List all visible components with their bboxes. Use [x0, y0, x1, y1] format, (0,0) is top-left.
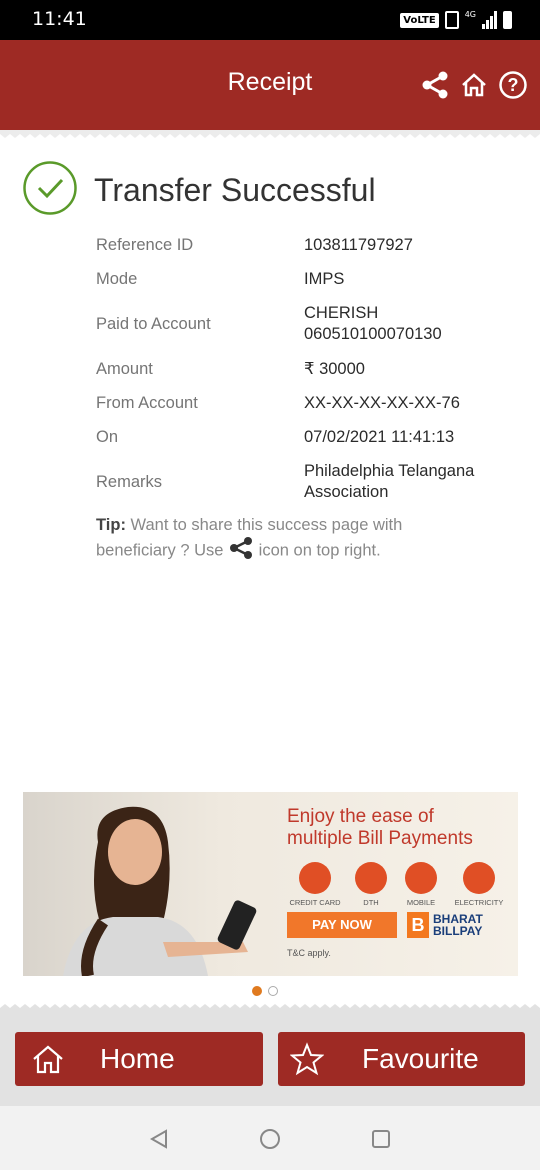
- detail-value: IMPS: [304, 269, 345, 288]
- battery-icon: [503, 11, 512, 29]
- dth-icon: [355, 862, 387, 894]
- status-icons: VoLTE 4G: [400, 9, 512, 31]
- help-icon[interactable]: ?: [498, 70, 528, 105]
- tip-prefix: Tip:: [96, 516, 126, 534]
- detail-row-from-account: From Account XX-XX-XX-XX-XX-76: [96, 386, 516, 420]
- detail-label: Remarks: [96, 472, 163, 491]
- promo-headline: Enjoy the ease of multiple Bill Payments: [287, 806, 473, 850]
- detail-value: 103811797927: [304, 235, 413, 254]
- app-header: Receipt ?: [0, 40, 540, 130]
- home-button[interactable]: Home: [15, 1032, 263, 1086]
- receipt-edge: [0, 130, 540, 138]
- signal-icon: [482, 11, 497, 29]
- credit-card-category: CREDIT CARD: [287, 862, 343, 907]
- favourite-button-label: Favourite: [362, 1043, 479, 1074]
- detail-row-amount: Amount ₹ 30000: [96, 352, 516, 386]
- carousel-dot[interactable]: [268, 986, 278, 996]
- pay-now-button[interactable]: PAY NOW: [287, 912, 397, 938]
- bill-pay-promo-banner[interactable]: Enjoy the ease of multiple Bill Payments…: [23, 792, 518, 976]
- recents-icon[interactable]: [370, 1128, 392, 1155]
- tip-text-after: icon on top right.: [258, 541, 381, 560]
- receipt-bottom-edge: [0, 1004, 540, 1012]
- volte-badge: VoLTE: [400, 12, 439, 28]
- detail-label: On: [96, 427, 119, 446]
- detail-value: ₹ 30000: [304, 359, 365, 378]
- terms-text: T&C apply.: [287, 948, 331, 958]
- credit-card-icon: [299, 862, 331, 894]
- detail-value: 07/02/2021 11:41:13: [304, 427, 455, 446]
- promo-headline-line2: multiple Bill Payments: [287, 828, 473, 849]
- detail-value: Philadelphia Telangana Association: [304, 462, 475, 501]
- dth-category: DTH: [351, 862, 391, 907]
- detail-label: Amount: [96, 359, 153, 378]
- network-type: 4G: [464, 9, 476, 19]
- bill-categories: CREDIT CARD DTH MOBILE ELECTRICITY: [287, 862, 507, 907]
- detail-row-on: On 07/02/2021 11:41:13: [96, 420, 516, 454]
- bbp-logo-text: BHARAT BILLPAY: [433, 912, 483, 938]
- detail-row-mode: Mode IMPS: [96, 262, 516, 296]
- detail-row-remarks: Remarks Philadelphia Telangana Associati…: [96, 454, 516, 510]
- share-icon: [228, 536, 254, 566]
- status-bar: 11:41 VoLTE 4G: [0, 0, 540, 40]
- detail-label: Reference ID: [96, 235, 194, 254]
- electricity-category: ELECTRICITY: [451, 862, 507, 907]
- star-icon: [289, 1042, 325, 1081]
- success-banner: Transfer Successful: [22, 160, 376, 221]
- detail-row-paid-to: Paid to Account CHERISH 060510100070130: [96, 296, 516, 352]
- detail-label: From Account: [96, 393, 198, 412]
- status-time: 11:41: [32, 8, 87, 30]
- electricity-icon: [463, 862, 495, 894]
- back-icon[interactable]: [148, 1128, 170, 1155]
- favourite-button[interactable]: Favourite: [278, 1032, 525, 1086]
- transaction-details: Reference ID 103811797927 Mode IMPS Paid…: [96, 228, 516, 510]
- mobile-category: MOBILE: [399, 862, 443, 907]
- promo-headline-line1: Enjoy the ease of: [287, 806, 434, 827]
- carousel-dot-active[interactable]: [252, 986, 262, 996]
- svg-text:?: ?: [508, 75, 519, 95]
- home-button-label: Home: [100, 1043, 175, 1074]
- mobile-icon: [405, 862, 437, 894]
- home-icon[interactable]: [460, 71, 488, 104]
- share-icon[interactable]: [420, 70, 450, 105]
- bbp-logo-mark: B: [407, 912, 429, 938]
- detail-label: Paid to Account: [96, 314, 211, 333]
- detail-value: XX-XX-XX-XX-XX-76: [304, 393, 460, 412]
- promo-woman-image: [63, 806, 257, 976]
- detail-value: CHERISH 060510100070130: [304, 304, 442, 343]
- detail-row-reference: Reference ID 103811797927: [96, 228, 516, 262]
- detail-label: Mode: [96, 269, 138, 288]
- success-title: Transfer Successful: [94, 172, 376, 208]
- vibrate-icon: [444, 11, 459, 29]
- home-icon: [31, 1043, 65, 1080]
- home-circle-icon[interactable]: [258, 1127, 282, 1156]
- bharat-billpay-logo: B BHARAT BILLPAY: [407, 912, 483, 938]
- carousel-indicator: [252, 986, 278, 996]
- system-navigation-bar: [0, 1106, 540, 1170]
- share-tip: Tip: Want to share this success page wit…: [96, 515, 456, 566]
- check-circle-icon: [22, 160, 78, 221]
